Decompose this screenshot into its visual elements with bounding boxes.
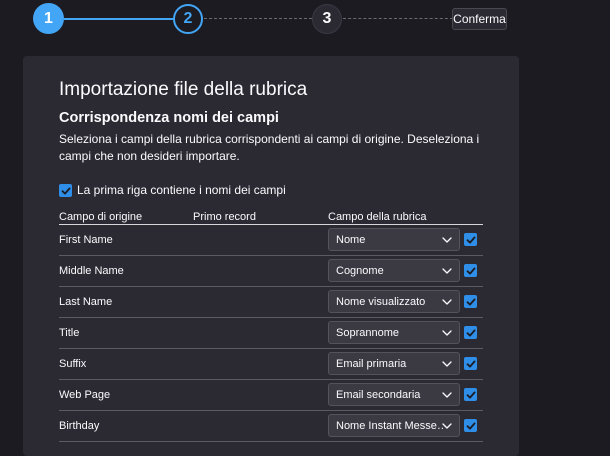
chevron-down-icon <box>442 423 452 429</box>
address-book-field-select[interactable]: Email primaria <box>328 352 460 375</box>
table-row: Web Page Email secondaria <box>59 380 483 411</box>
import-field-checkbox[interactable] <box>464 388 477 401</box>
confirm-button[interactable]: Conferma <box>452 8 507 30</box>
step-1: 1 <box>33 3 64 34</box>
checkmark-icon <box>61 187 70 194</box>
address-book-field-select[interactable]: Nome Instant Messe… <box>328 414 460 437</box>
import-field-checkbox[interactable] <box>464 295 477 308</box>
source-field-label: Last Name <box>59 296 113 308</box>
source-field-label: Birthday <box>59 420 100 432</box>
address-book-field-select[interactable]: Nome visualizzato <box>328 290 460 313</box>
address-book-field-select[interactable]: Email secondaria <box>328 383 460 406</box>
stepper-line-pending <box>204 18 312 19</box>
source-field-label: Web Page <box>59 389 111 401</box>
step-2: 2 <box>173 4 203 34</box>
source-field-label: Middle Name <box>59 265 124 277</box>
column-header-address-book-field: Campo della rubrica <box>328 211 427 223</box>
select-value: Nome visualizzato <box>336 296 426 308</box>
step-3: 3 <box>312 4 342 34</box>
checkmark-icon <box>466 391 475 398</box>
import-field-checkbox[interactable] <box>464 419 477 432</box>
first-row-names-label: La prima riga contiene i nomi dei campi <box>77 183 286 197</box>
chevron-down-icon <box>442 299 452 305</box>
section-title: Corrispondenza nomi dei campi <box>59 110 279 126</box>
table-row: Suffix Email primaria <box>59 349 483 380</box>
checkmark-icon <box>466 236 475 243</box>
address-book-field-select[interactable]: Soprannome <box>328 321 460 344</box>
import-field-checkbox[interactable] <box>464 326 477 339</box>
select-value: Soprannome <box>336 327 399 339</box>
chevron-down-icon <box>442 268 452 274</box>
table-row: First Name Nome <box>59 225 483 256</box>
select-value: Email primaria <box>336 358 407 370</box>
chevron-down-icon <box>442 361 452 367</box>
chevron-down-icon <box>442 330 452 336</box>
source-field-label: First Name <box>59 234 113 246</box>
chevron-down-icon <box>442 392 452 398</box>
checkmark-icon <box>466 422 475 429</box>
address-book-field-select[interactable]: Nome <box>328 228 460 251</box>
table-row: Title Soprannome <box>59 318 483 349</box>
chevron-down-icon <box>442 237 452 243</box>
address-book-field-select[interactable]: Cognome <box>328 259 460 282</box>
select-value: Nome Instant Messe… <box>336 420 444 432</box>
source-field-label: Title <box>59 327 80 339</box>
import-field-checkbox[interactable] <box>464 233 477 246</box>
column-header-first-record: Primo record <box>193 211 256 223</box>
section-description: Seleziona i campi della rubrica corrispo… <box>59 132 480 163</box>
select-value: Nome <box>336 234 366 246</box>
table-row: Birthday Nome Instant Messe… <box>59 411 483 442</box>
stepper-line-complete <box>64 18 173 20</box>
checkmark-icon <box>466 329 475 336</box>
page-title: Importazione file della rubrica <box>59 79 308 100</box>
checkmark-icon <box>466 267 475 274</box>
source-field-label: Suffix <box>59 358 87 370</box>
import-panel: Importazione file della rubrica Corrispo… <box>23 56 519 456</box>
select-value: Email secondaria <box>336 389 421 401</box>
import-stepper: 1 2 3 Conferma <box>0 0 610 40</box>
select-value: Cognome <box>336 265 384 277</box>
import-field-checkbox[interactable] <box>464 264 477 277</box>
checkmark-icon <box>466 298 475 305</box>
checkmark-icon <box>466 360 475 367</box>
stepper-line-pending <box>343 18 453 19</box>
column-header-source: Campo di origine <box>59 211 143 223</box>
row-divider <box>59 441 483 442</box>
table-row: Middle Name Cognome <box>59 256 483 287</box>
table-row: Last Name Nome visualizzato <box>59 287 483 318</box>
first-row-names-checkbox[interactable] <box>59 184 72 197</box>
import-field-checkbox[interactable] <box>464 357 477 370</box>
